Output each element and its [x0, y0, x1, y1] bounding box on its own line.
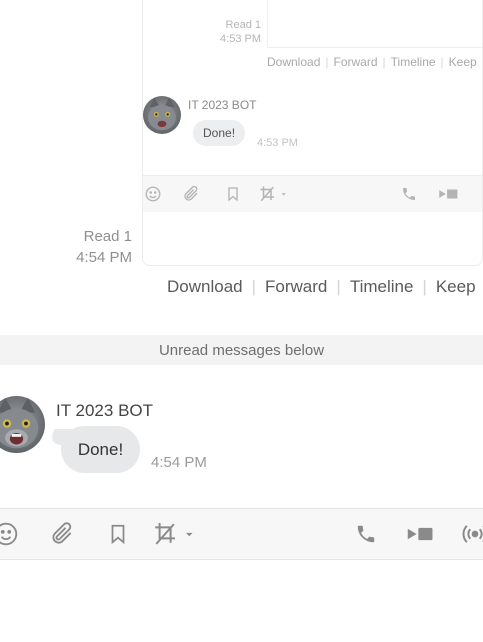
forward-link[interactable]: Forward — [265, 277, 327, 296]
nested-divider-line — [267, 47, 482, 48]
read-count: Read 1 — [83, 228, 132, 245]
nested-emoji-icon[interactable] — [143, 176, 163, 212]
broadcast-icon[interactable] — [460, 509, 483, 559]
nested-message-bubble: Done! — [193, 120, 246, 146]
bot-avatar[interactable] — [0, 396, 45, 453]
timeline-link[interactable]: Timeline — [350, 277, 414, 296]
bookmark-icon[interactable] — [104, 509, 132, 559]
nested-message-time: 4:53 PM — [257, 137, 298, 149]
action-separator: | — [336, 277, 341, 296]
message-time: 4:54 PM — [151, 454, 207, 471]
nested-chat-preview: Read 1 4:53 PM Download | Forward | Timeline… — [142, 0, 483, 266]
nested-call-icon[interactable] — [399, 176, 419, 212]
message-actions: Download | Forward | Timeline | Keep — [167, 277, 476, 297]
read-receipt: Read 1 4:54 PM — [60, 226, 132, 268]
nested-read-time: 4:53 PM — [220, 33, 261, 45]
nested-keep-link[interactable]: Keep — [449, 55, 477, 69]
action-separator: | — [251, 277, 257, 296]
download-link[interactable]: Download — [167, 277, 243, 296]
nested-bookmark-icon[interactable] — [223, 176, 243, 212]
nested-bot-avatar[interactable] — [143, 96, 181, 134]
keep-link[interactable]: Keep — [436, 277, 476, 296]
nested-message-actions: Download | Forward | Timeline | Keep — [267, 55, 477, 69]
nested-download-link[interactable]: Download — [267, 55, 320, 69]
video-icon[interactable] — [404, 509, 438, 559]
nested-attachment-icon[interactable] — [181, 176, 201, 212]
composer-toolbar — [0, 508, 483, 560]
action-separator: | — [422, 277, 427, 296]
nested-read-status: Read 1 4:53 PM — [183, 18, 261, 46]
bot-name: IT 2023 BOT — [56, 401, 154, 420]
nested-forward-link[interactable]: Forward — [334, 55, 378, 69]
nested-read-count: Read 1 — [225, 19, 261, 31]
message-bubble: Done! — [61, 426, 140, 473]
attachment-icon[interactable] — [47, 509, 77, 559]
read-time: 4:54 PM — [76, 249, 132, 266]
nested-message-input[interactable] — [143, 212, 482, 264]
nested-composer-toolbar — [143, 175, 482, 213]
nested-divider — [267, 0, 268, 48]
emoji-icon[interactable] — [0, 509, 20, 559]
call-icon[interactable] — [352, 509, 380, 559]
nested-bot-name: IT 2023 BOT — [188, 98, 257, 112]
unread-divider: Unread messages below — [0, 335, 483, 365]
nested-timeline-link[interactable]: Timeline — [391, 55, 436, 69]
nested-crop-icon[interactable] — [257, 176, 291, 212]
nested-video-icon[interactable] — [437, 176, 461, 212]
crop-icon[interactable] — [152, 509, 198, 559]
